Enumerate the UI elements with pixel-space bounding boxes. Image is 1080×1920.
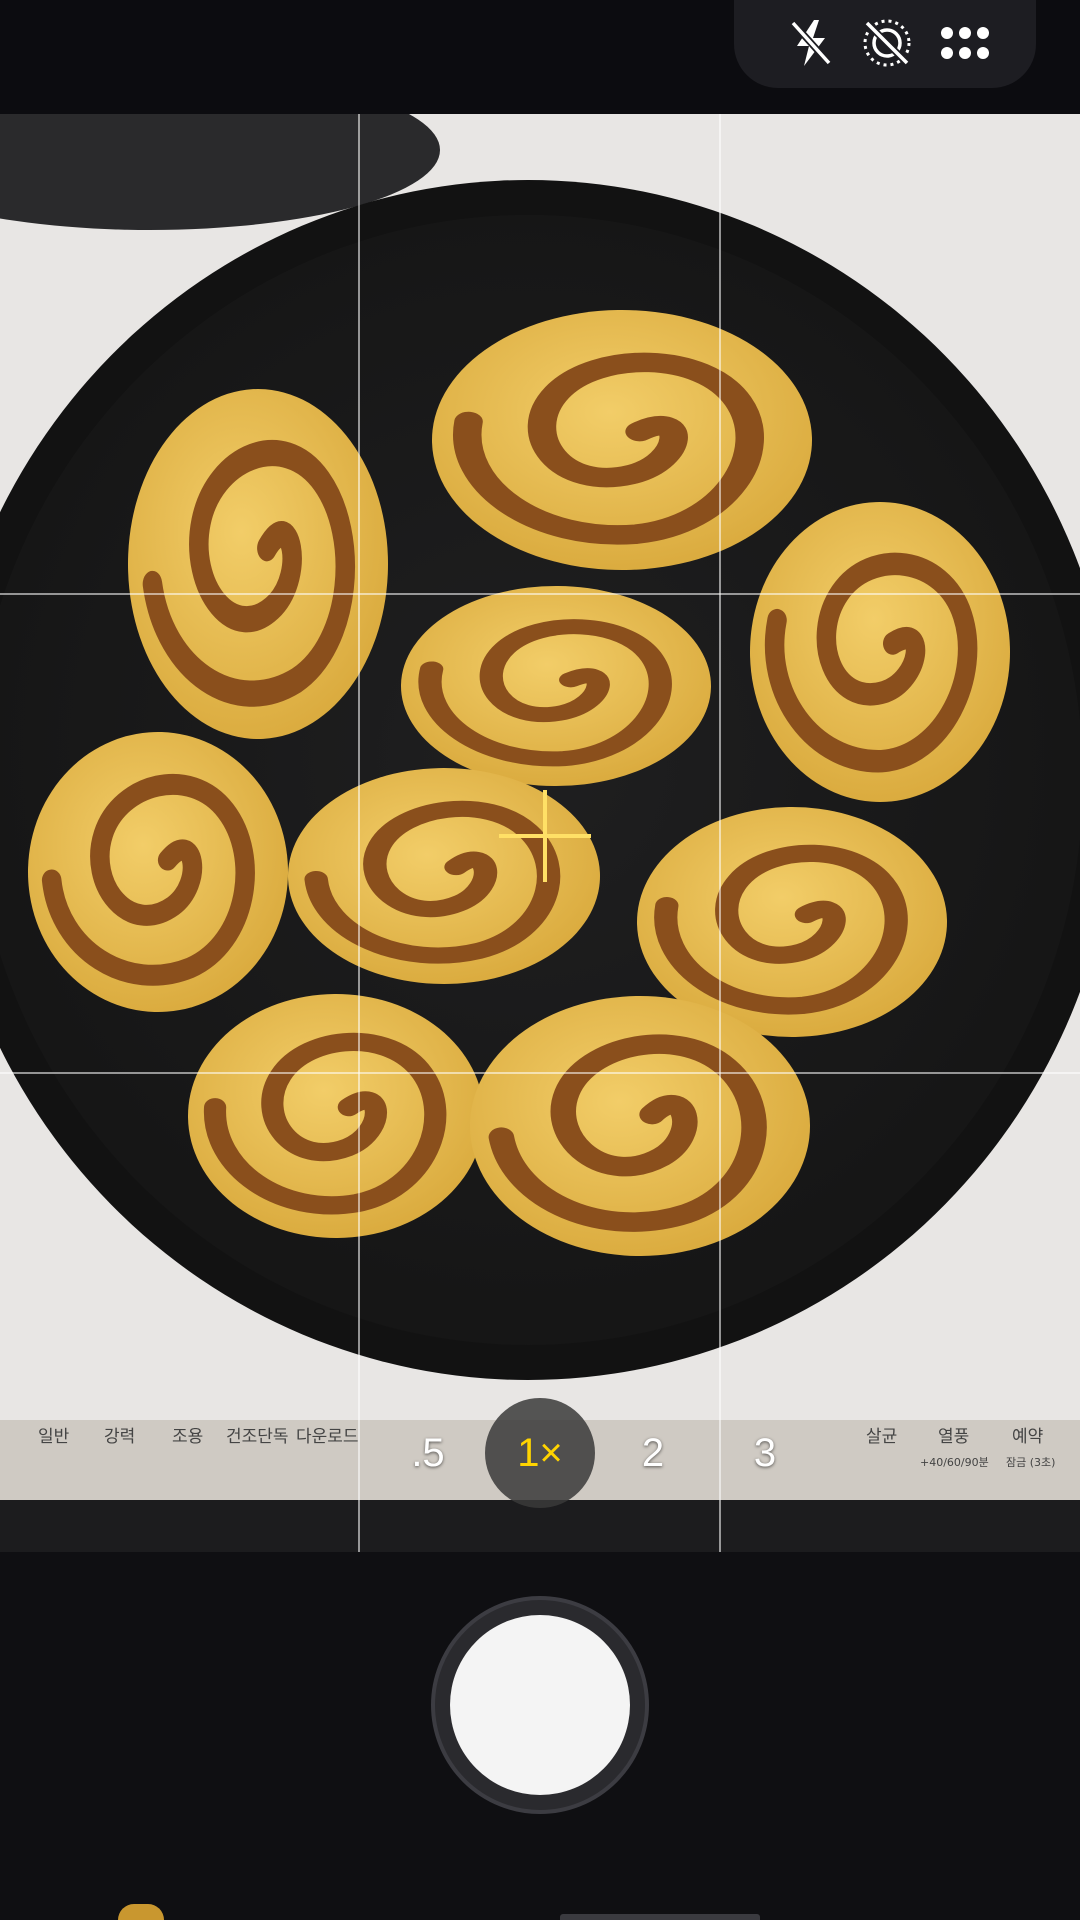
gallery-thumbnail[interactable] xyxy=(118,1904,164,1920)
mode-switch-handle[interactable] xyxy=(560,1914,760,1920)
grid-line-v1 xyxy=(358,114,360,1552)
zoom-option-1x[interactable]: 1× xyxy=(485,1398,595,1508)
zoom-option-0-5[interactable]: .5 xyxy=(373,1398,483,1508)
flash-toggle-button[interactable] xyxy=(776,8,846,78)
shutter-ring xyxy=(431,1596,649,1814)
zoom-option-2[interactable]: 2 xyxy=(598,1398,708,1508)
motion-photo-button[interactable] xyxy=(852,8,922,78)
camera-controls-panel xyxy=(0,1552,1080,1920)
zoom-selector: .5 1× 2 3 xyxy=(0,1398,1080,1508)
shutter-button[interactable] xyxy=(450,1615,630,1795)
more-options-icon xyxy=(941,27,989,59)
flash-off-icon xyxy=(790,20,832,66)
grid-line-v2 xyxy=(719,114,721,1552)
top-bar xyxy=(0,0,1080,114)
motion-photo-off-icon xyxy=(863,19,911,67)
camera-viewfinder[interactable]: 일반 강력 조용 건조단독 다운로드 살균 열풍 예약 +40/60/90분 잠… xyxy=(0,114,1080,1552)
quick-settings-pill xyxy=(734,0,1036,88)
focus-reticle-icon xyxy=(499,790,591,882)
grid-line-h2 xyxy=(0,1072,1080,1074)
grid-line-h1 xyxy=(0,593,1080,595)
more-options-button[interactable] xyxy=(930,8,1000,78)
zoom-option-3[interactable]: 3 xyxy=(710,1398,820,1508)
